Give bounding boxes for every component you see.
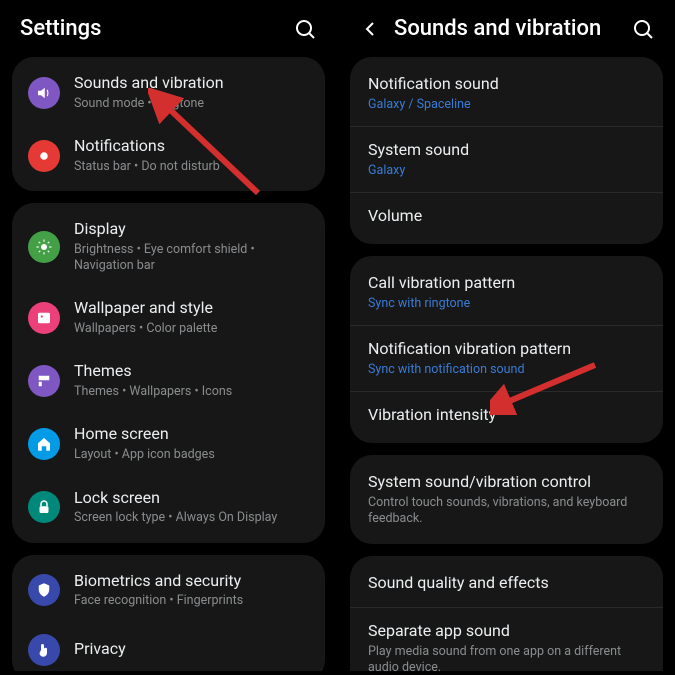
- settings-group: Biometrics and securityFace recognition …: [12, 555, 325, 671]
- sounds-group: Call vibration pattern Sync with ringtone…: [350, 256, 663, 443]
- settings-item-sounds-and-vibration[interactable]: Sounds and vibration Sound mode • Rington…: [12, 61, 325, 124]
- sounds-vibration-screen: Sounds and vibration Notification sound G…: [338, 0, 675, 675]
- item-subtitle: Screen lock type • Always On Display: [74, 510, 309, 526]
- item-title: Volume: [368, 206, 645, 227]
- back-icon[interactable]: [358, 17, 382, 41]
- shield-icon: [28, 574, 60, 606]
- item-title: Wallpaper and style: [74, 298, 309, 319]
- item-subtitle: Status bar • Do not disturb: [74, 159, 309, 175]
- settings-group: Sounds and vibration Sound mode • Rington…: [12, 57, 325, 191]
- sounds-item-sound-quality-and-effects[interactable]: Sound quality and effects: [350, 560, 663, 607]
- item-title: Themes: [74, 361, 309, 382]
- settings-item-lock-screen[interactable]: Lock screenScreen lock type • Always On …: [12, 476, 325, 539]
- sounds-item-system-sound[interactable]: System sound Galaxy: [350, 126, 663, 192]
- sounds-item-volume[interactable]: Volume: [350, 192, 663, 240]
- sounds-list[interactable]: Notification sound Galaxy / Spaceline Syst…: [342, 57, 671, 671]
- item-subtitle: Sync with notification sound: [368, 362, 645, 378]
- sounds-header: Sounds and vibration: [342, 4, 671, 57]
- item-subtitle: Sync with ringtone: [368, 296, 645, 312]
- search-icon[interactable]: [293, 17, 317, 41]
- item-title: Notification vibration pattern: [368, 339, 645, 360]
- item-title: Display: [74, 219, 309, 240]
- settings-group: DisplayBrightness • Eye comfort shield •…: [12, 203, 325, 542]
- sounds-item-call-vibration-pattern[interactable]: Call vibration pattern Sync with ringtone: [350, 260, 663, 325]
- notif-icon: [28, 140, 60, 172]
- sounds-item-notification-sound[interactable]: Notification sound Galaxy / Spaceline: [350, 61, 663, 126]
- item-title: Lock screen: [74, 488, 309, 509]
- item-title: Vibration intensity: [368, 405, 645, 426]
- item-subtitle: Galaxy / Spaceline: [368, 97, 645, 113]
- settings-screen: Settings Sounds and vibration Sound mode …: [0, 0, 337, 675]
- settings-item-display[interactable]: DisplayBrightness • Eye comfort shield •…: [12, 207, 325, 286]
- sounds-group: Sound quality and effects Separate app so…: [350, 556, 663, 671]
- home-icon: [28, 428, 60, 460]
- settings-header: Settings: [4, 4, 333, 57]
- settings-title: Settings: [20, 16, 281, 41]
- item-subtitle: Wallpapers • Color palette: [74, 321, 309, 337]
- item-title: Sounds and vibration: [74, 73, 309, 94]
- item-title: Biometrics and security: [74, 571, 309, 592]
- settings-item-biometrics-and-security[interactable]: Biometrics and securityFace recognition …: [12, 559, 325, 622]
- item-subtitle: Control touch sounds, vibrations, and ke…: [368, 495, 645, 528]
- sounds-item-system-sound-vibration-control[interactable]: System sound/vibration controlControl to…: [350, 459, 663, 540]
- item-subtitle: Play media sound from one app on a diffe…: [368, 644, 645, 671]
- item-title: Privacy: [74, 639, 309, 660]
- item-title: Sound quality and effects: [368, 573, 645, 594]
- privacy-icon: [28, 634, 60, 666]
- sounds-item-vibration-intensity[interactable]: Vibration intensity: [350, 391, 663, 439]
- item-title: Home screen: [74, 424, 309, 445]
- item-title: Notification sound: [368, 74, 645, 95]
- sounds-item-notification-vibration-pattern[interactable]: Notification vibration pattern Sync with …: [350, 325, 663, 391]
- sounds-title: Sounds and vibration: [394, 16, 619, 41]
- item-title: System sound: [368, 140, 645, 161]
- wallpaper-icon: [28, 302, 60, 334]
- themes-icon: [28, 365, 60, 397]
- lock-icon: [28, 491, 60, 523]
- item-title: Call vibration pattern: [368, 273, 645, 294]
- settings-item-privacy[interactable]: Privacy: [12, 622, 325, 671]
- item-subtitle: Galaxy: [368, 163, 645, 179]
- item-subtitle: Themes • Wallpapers • Icons: [74, 384, 309, 400]
- settings-item-notifications[interactable]: Notifications Status bar • Do not disturb: [12, 124, 325, 187]
- item-title: Separate app sound: [368, 621, 645, 642]
- settings-item-themes[interactable]: Themes Themes • Wallpapers • Icons: [12, 349, 325, 412]
- item-title: System sound/vibration control: [368, 472, 645, 493]
- search-icon[interactable]: [631, 17, 655, 41]
- item-subtitle: Face recognition • Fingerprints: [74, 593, 309, 609]
- settings-item-home-screen[interactable]: Home screen Layout • App icon badges: [12, 412, 325, 475]
- display-icon: [28, 231, 60, 263]
- settings-list[interactable]: Sounds and vibration Sound mode • Rington…: [4, 57, 333, 671]
- sounds-item-separate-app-sound[interactable]: Separate app soundPlay media sound from …: [350, 607, 663, 671]
- item-subtitle: Sound mode • Ringtone: [74, 96, 309, 112]
- sounds-group: Notification sound Galaxy / Spaceline Syst…: [350, 57, 663, 244]
- settings-item-wallpaper-and-style[interactable]: Wallpaper and style Wallpapers • Color pa…: [12, 286, 325, 349]
- item-title: Notifications: [74, 136, 309, 157]
- sounds-group: System sound/vibration controlControl to…: [350, 455, 663, 544]
- sound-icon: [28, 77, 60, 109]
- item-subtitle: Layout • App icon badges: [74, 447, 309, 463]
- item-subtitle: Brightness • Eye comfort shield • Naviga…: [74, 242, 309, 275]
